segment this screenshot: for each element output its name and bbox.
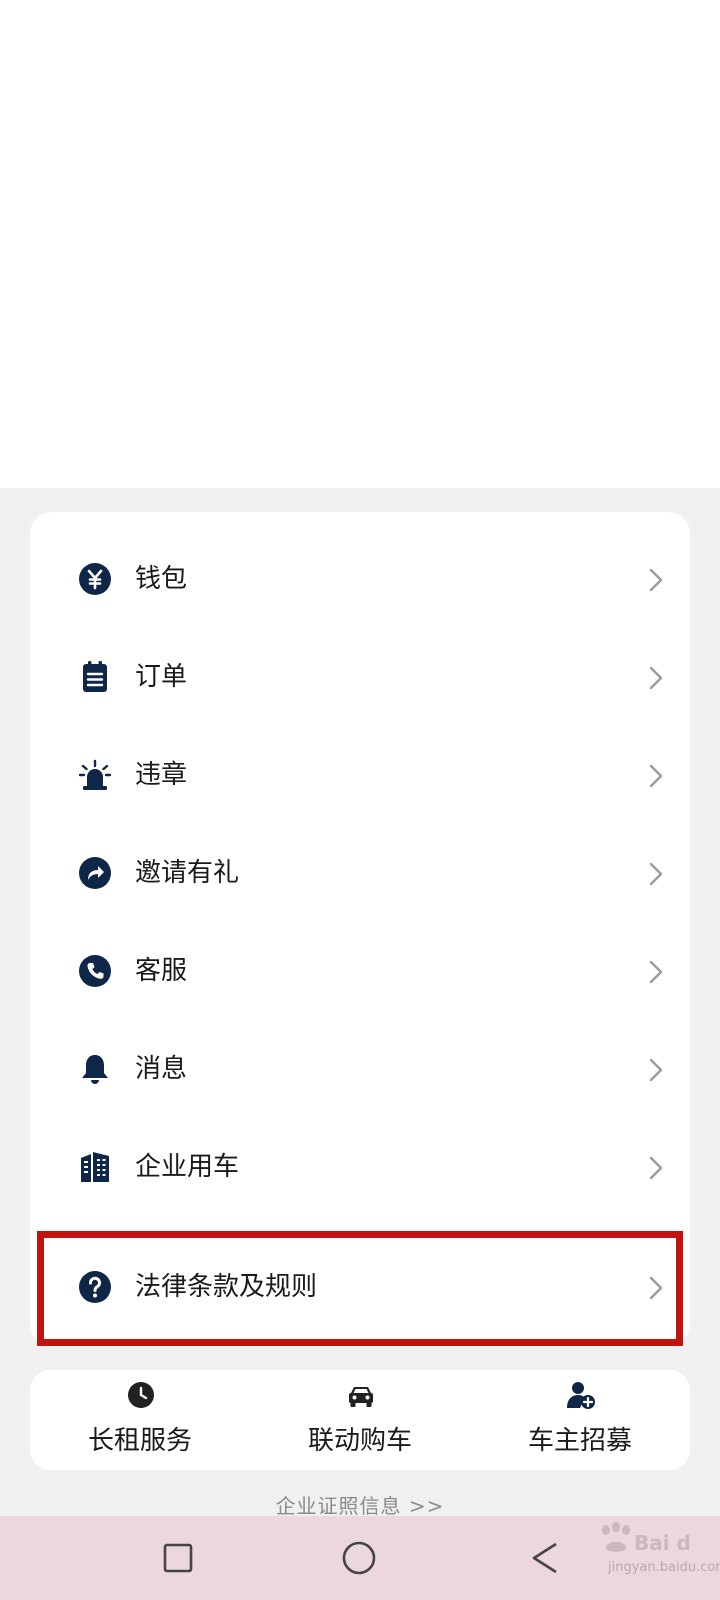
add-user-icon [567, 1382, 595, 1409]
back-button[interactable] [530, 1541, 560, 1575]
menu-item-customer-service[interactable]: 客服 [30, 921, 690, 1021]
menu-item-label: 消息 [135, 1054, 188, 1084]
services-card: 长租服务 联动购车 车主招募 [30, 1370, 690, 1470]
menu-item-label: 企业用车 [135, 1152, 240, 1182]
baidu-jingyan-watermark: Bai du jingyan.baidu.com [592, 1520, 720, 1580]
license-info-link[interactable]: 企业证照信息 >> [0, 1490, 720, 1519]
menu-item-label: 订单 [135, 662, 188, 692]
clock-icon [128, 1382, 154, 1408]
question-icon [79, 1271, 111, 1303]
chevron-right-icon [649, 1058, 663, 1082]
service-label: 车主招募 [527, 1426, 632, 1456]
chevron-right-icon [649, 1156, 663, 1180]
watermark-text: jingyan.baidu.com [608, 1560, 720, 1575]
service-owner-recruitment[interactable]: 车主招募 [470, 1370, 690, 1470]
chevron-right-icon [649, 862, 663, 886]
chevron-right-icon [649, 960, 663, 984]
menu-item-violations[interactable]: 违章 [30, 725, 690, 825]
menu-item-invite[interactable]: 邀请有礼 [30, 823, 690, 923]
svg-text:Bai du: Bai du [634, 1531, 692, 1555]
service-label: 联动购车 [307, 1426, 412, 1456]
menu-card: 钱包 订单 违章 邀请有礼 客服 消息 企业用车 法律条款及规则 [30, 512, 690, 1347]
chevron-right-icon [649, 666, 663, 690]
chevron-right-icon [649, 568, 663, 592]
siren-icon [78, 759, 112, 790]
service-long-term-rental[interactable]: 长租服务 [30, 1370, 250, 1470]
chevron-right-icon [649, 764, 663, 788]
menu-item-label: 客服 [135, 956, 188, 986]
menu-item-label: 钱包 [135, 564, 188, 594]
building-icon [81, 1152, 109, 1182]
service-linked-car-purchase[interactable]: 联动购车 [250, 1370, 470, 1470]
menu-item-label: 法律条款及规则 [135, 1272, 318, 1302]
menu-item-label: 违章 [135, 760, 188, 790]
menu-item-orders[interactable]: 订单 [30, 627, 690, 727]
bell-icon [82, 1055, 108, 1084]
top-blank-area [0, 0, 720, 488]
menu-item-wallet[interactable]: 钱包 [30, 529, 690, 629]
baidu-paw-logo-icon: Bai du [602, 1522, 705, 1555]
service-label: 长租服务 [87, 1426, 192, 1456]
menu-item-enterprise-car[interactable]: 企业用车 [30, 1117, 690, 1217]
car-icon [349, 1387, 373, 1407]
menu-item-label: 邀请有礼 [135, 858, 240, 888]
phone-icon [79, 955, 111, 987]
home-button[interactable] [342, 1541, 376, 1575]
notepad-icon [83, 661, 107, 692]
chevron-right-icon [649, 1276, 663, 1300]
menu-item-messages[interactable]: 消息 [30, 1019, 690, 1119]
yuan-icon [79, 563, 111, 595]
recent-apps-button[interactable] [163, 1543, 193, 1573]
share-icon [79, 857, 111, 889]
menu-item-legal-terms[interactable]: 法律条款及规则 [30, 1237, 690, 1337]
